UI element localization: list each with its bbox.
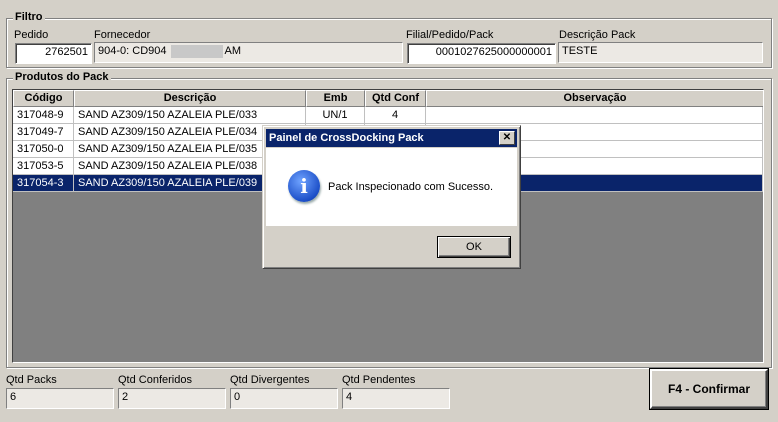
message-dialog: Painel de CrossDocking Pack ✕ i Pack Ins… xyxy=(262,125,521,269)
cell-codigo: 317048-9 xyxy=(13,107,74,124)
dialog-body: i Pack Inspecionado com Sucesso. xyxy=(266,148,517,226)
products-group-title: Produtos do Pack xyxy=(13,71,111,83)
dialog-title: Painel de CrossDocking Pack xyxy=(269,132,424,144)
filial-label: Filial/Pedido/Pack xyxy=(406,29,494,41)
qtd-pendentes-field: 4 xyxy=(342,388,450,409)
fornecedor-field: 904-0: CD904 AM xyxy=(94,42,403,63)
cell-codigo: 317049-7 xyxy=(13,124,74,141)
info-icon: i xyxy=(288,170,320,202)
pedido-input[interactable]: 2762501 xyxy=(15,43,92,64)
qtd-conferidos-field: 2 xyxy=(118,388,226,409)
pedido-label: Pedido xyxy=(14,29,49,41)
fornecedor-label: Fornecedor xyxy=(94,29,151,41)
col-header-observacao[interactable]: Observação xyxy=(426,90,763,107)
close-button[interactable]: ✕ xyxy=(499,131,515,145)
cell-emb: UN/1 xyxy=(306,107,365,124)
grid-header: Código Descrição Emb Qtd Conf Observação xyxy=(13,90,763,107)
confirm-button[interactable]: F4 - Confirmar xyxy=(650,369,768,409)
fornecedor-value-suffix: AM xyxy=(224,45,242,57)
dialog-message: Pack Inspecionado com Sucesso. xyxy=(328,181,494,193)
col-header-descricao[interactable]: Descrição xyxy=(74,90,306,107)
dialog-titlebar[interactable]: Painel de CrossDocking Pack ✕ xyxy=(266,129,517,147)
filter-group-title: Filtro xyxy=(13,11,45,23)
col-header-qtd-conf[interactable]: Qtd Conf xyxy=(365,90,426,107)
redacted-block xyxy=(170,44,223,58)
col-header-codigo[interactable]: Código xyxy=(13,90,74,107)
qtd-divergentes-label: Qtd Divergentes xyxy=(230,374,310,386)
qtd-packs-label: Qtd Packs xyxy=(6,374,57,386)
cell-codigo: 317053-5 xyxy=(13,158,74,175)
qtd-divergentes-field: 0 xyxy=(230,388,338,409)
cell-qtd-conf: 4 xyxy=(365,107,426,124)
descricao-pack-field: TESTE xyxy=(558,42,763,63)
ok-button[interactable]: OK xyxy=(437,236,511,258)
cell-codigo: 317050-0 xyxy=(13,141,74,158)
cell-observacao xyxy=(426,107,763,124)
fornecedor-value-prefix: 904-0: CD904 xyxy=(98,45,167,57)
col-header-emb[interactable]: Emb xyxy=(306,90,365,107)
filial-pedido-pack-input[interactable]: 0001027625000000001 xyxy=(407,43,556,64)
descricao-pack-label: Descrição Pack xyxy=(559,29,636,41)
qtd-conferidos-label: Qtd Conferidos xyxy=(118,374,192,386)
table-row[interactable]: 317048-9 SAND AZ309/150 AZALEIA PLE/033 … xyxy=(13,107,763,124)
qtd-pendentes-label: Qtd Pendentes xyxy=(342,374,416,386)
cell-codigo: 317054-3 xyxy=(13,175,74,192)
cell-descricao: SAND AZ309/150 AZALEIA PLE/033 xyxy=(74,107,306,124)
qtd-packs-field: 6 xyxy=(6,388,114,409)
